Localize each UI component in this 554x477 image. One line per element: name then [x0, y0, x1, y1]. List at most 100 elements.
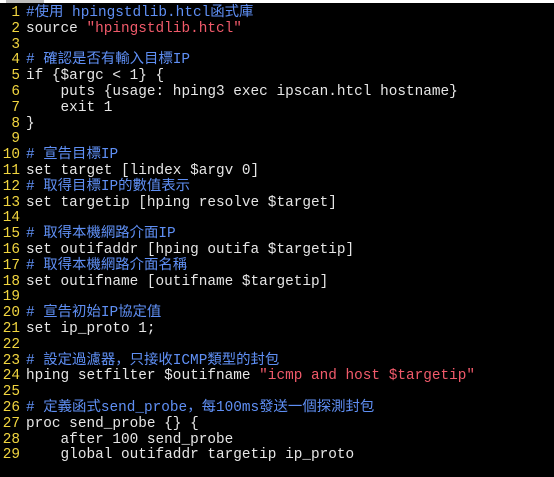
code-line[interactable]: 24 hping setfilter $outifname "icmp and h… [0, 368, 554, 385]
line-number: 12 [2, 178, 20, 195]
code-text: set outifname [outifname $targetip] [20, 273, 329, 291]
line-number: 10 [2, 147, 20, 164]
code-line[interactable]: 13 set targetip [hping resolve $target] [0, 194, 554, 212]
code-line[interactable]: 17 # 取得本機網路介面名稱 [0, 257, 554, 275]
code-line[interactable]: 21 set ip_proto 1; [0, 320, 554, 338]
code-token: } [26, 115, 35, 132]
code-line[interactable]: 10 # 宣告目標IP [0, 147, 554, 164]
code-comment: # 取得目標IP的數值表示 [26, 178, 191, 195]
code-comment: # 宣告目標IP [26, 147, 119, 164]
code-line[interactable]: 26 # 定義函式send_probe，每100ms發送一個探測封包 [0, 399, 554, 417]
code-line[interactable]: 27 proc send_probe {} { [0, 415, 554, 433]
code-line[interactable]: 12 # 取得目標IP的數值表示 [0, 178, 554, 196]
line-number: 19 [2, 289, 20, 306]
line-number: 27 [2, 415, 20, 432]
code-token: after 100 send_probe [26, 431, 234, 448]
code-comment: #使用 hpingstdlib.htcl函式庫 [26, 5, 254, 21]
line-number: 20 [2, 305, 20, 322]
line-number: 9 [11, 131, 20, 148]
code-text: # 宣告初始IP協定值 [20, 305, 162, 322]
code-text: #使用 hpingstdlib.htcl函式庫 [20, 5, 254, 22]
code-string: "icmp and host $targetip" [259, 368, 476, 385]
line-number: 5 [11, 68, 20, 85]
code-text: set targetip [hping resolve $target] [20, 194, 337, 212]
code-line[interactable]: 19 [0, 290, 554, 306]
line-number: 16 [2, 241, 20, 258]
code-line[interactable]: 18 set outifname [outifname $targetip] [0, 273, 554, 291]
code-line[interactable]: 11 set target [lindex $argv 0] [0, 162, 554, 180]
code-token: set ip_proto 1; [26, 320, 156, 337]
window-top-border [0, 0, 554, 3]
code-token: hping setfilter $outifname [26, 368, 260, 385]
line-number: 8 [11, 115, 20, 132]
code-comment: # 定義函式send_probe，每100ms發送一個探測封包 [26, 399, 375, 416]
line-number: 24 [2, 368, 20, 385]
line-number: 25 [2, 384, 20, 401]
code-text: proc send_probe {} { [20, 415, 199, 433]
code-text: if {$argc < 1} { [20, 68, 165, 85]
line-number: 14 [2, 210, 20, 227]
code-text: } [20, 115, 35, 133]
code-line[interactable]: 20 # 宣告初始IP協定值 [0, 305, 554, 322]
code-line[interactable]: 8} [0, 115, 554, 133]
code-line[interactable]: 7 exit 1 [0, 99, 554, 117]
editor-window: 1 #使用 hpingstdlib.htcl函式庫 2 source "hpingst… [0, 0, 554, 477]
line-number: 7 [11, 99, 20, 116]
code-line[interactable]: 25 [0, 384, 554, 401]
code-line[interactable]: 28 after 100 send_probe [0, 431, 554, 449]
code-line[interactable]: 23 # 設定過濾器，只接收ICMP類型的封包 [0, 352, 554, 370]
code-comment: # 確認是否有輸入目標IP [26, 52, 191, 69]
line-number: 23 [2, 352, 20, 369]
line-number: 26 [2, 399, 20, 416]
code-line[interactable]: 9 [0, 132, 554, 148]
code-token: set outifaddr [hping outifa $targetip] [26, 241, 355, 258]
code-line[interactable]: 5 if {$argc < 1} { [0, 68, 554, 85]
code-token: proc send_probe {} { [26, 415, 199, 432]
line-number: 29 [2, 447, 20, 464]
code-token: if {$argc < 1} { [26, 68, 165, 85]
line-number: 21 [2, 320, 20, 337]
code-comment: # 宣告初始IP協定值 [26, 305, 162, 322]
line-number: 4 [11, 52, 20, 69]
code-line[interactable]: 6 puts {usage: hping3 exec ipscan.htcl h… [0, 83, 554, 101]
code-editor[interactable]: 1 #使用 hpingstdlib.htcl函式庫 2 source "hpingst… [0, 5, 554, 474]
code-text: # 取得目標IP的數值表示 [20, 178, 191, 196]
line-number: 22 [2, 336, 20, 353]
line-number: 28 [2, 431, 20, 448]
code-comment: # 取得本機網路介面名稱 [26, 257, 188, 274]
code-text: set target [lindex $argv 0] [20, 163, 259, 180]
code-line[interactable]: 29 global outifaddr targetip ip_proto [0, 447, 554, 464]
line-number: 17 [2, 257, 20, 274]
code-line[interactable]: 22 [0, 336, 554, 354]
code-text: # 取得本機網路介面IP [20, 226, 176, 243]
code-line[interactable]: 2 source "hpingstdlib.htcl" [0, 20, 554, 38]
code-token: set targetip [hping resolve $target] [26, 194, 337, 211]
line-number: 13 [2, 194, 20, 211]
code-string: "hpingstdlib.htcl" [86, 20, 242, 37]
code-token: source [26, 20, 87, 37]
code-text: # 宣告目標IP [20, 147, 119, 164]
code-line[interactable]: 16 set outifaddr [hping outifa $targetip] [0, 241, 554, 259]
code-line[interactable]: 14 [0, 211, 554, 227]
code-line[interactable]: 4 # 確認是否有輸入目標IP [0, 52, 554, 69]
code-token: exit 1 [26, 99, 113, 116]
code-token: puts {usage: hping3 exec ipscan.htcl hos… [26, 83, 458, 100]
code-text: set ip_proto 1; [20, 320, 156, 338]
code-text: # 取得本機網路介面名稱 [20, 257, 188, 275]
code-token: set outifname [outifname $targetip] [26, 273, 329, 290]
code-token: global outifaddr targetip ip_proto [26, 447, 355, 464]
line-number: 11 [2, 162, 20, 179]
code-text: exit 1 [20, 99, 113, 117]
code-text: # 確認是否有輸入目標IP [20, 52, 191, 69]
line-number: 15 [2, 226, 20, 243]
code-text: after 100 send_probe [20, 431, 234, 449]
line-number: 2 [11, 20, 20, 37]
code-line[interactable]: 15 # 取得本機網路介面IP [0, 226, 554, 243]
code-text: # 定義函式send_probe，每100ms發送一個探測封包 [20, 399, 375, 417]
code-line[interactable]: 1 #使用 hpingstdlib.htcl函式庫 [0, 5, 554, 22]
code-comment: # 設定過濾器，只接收ICMP類型的封包 [26, 352, 280, 369]
code-comment: # 取得本機網路介面IP [26, 226, 176, 243]
